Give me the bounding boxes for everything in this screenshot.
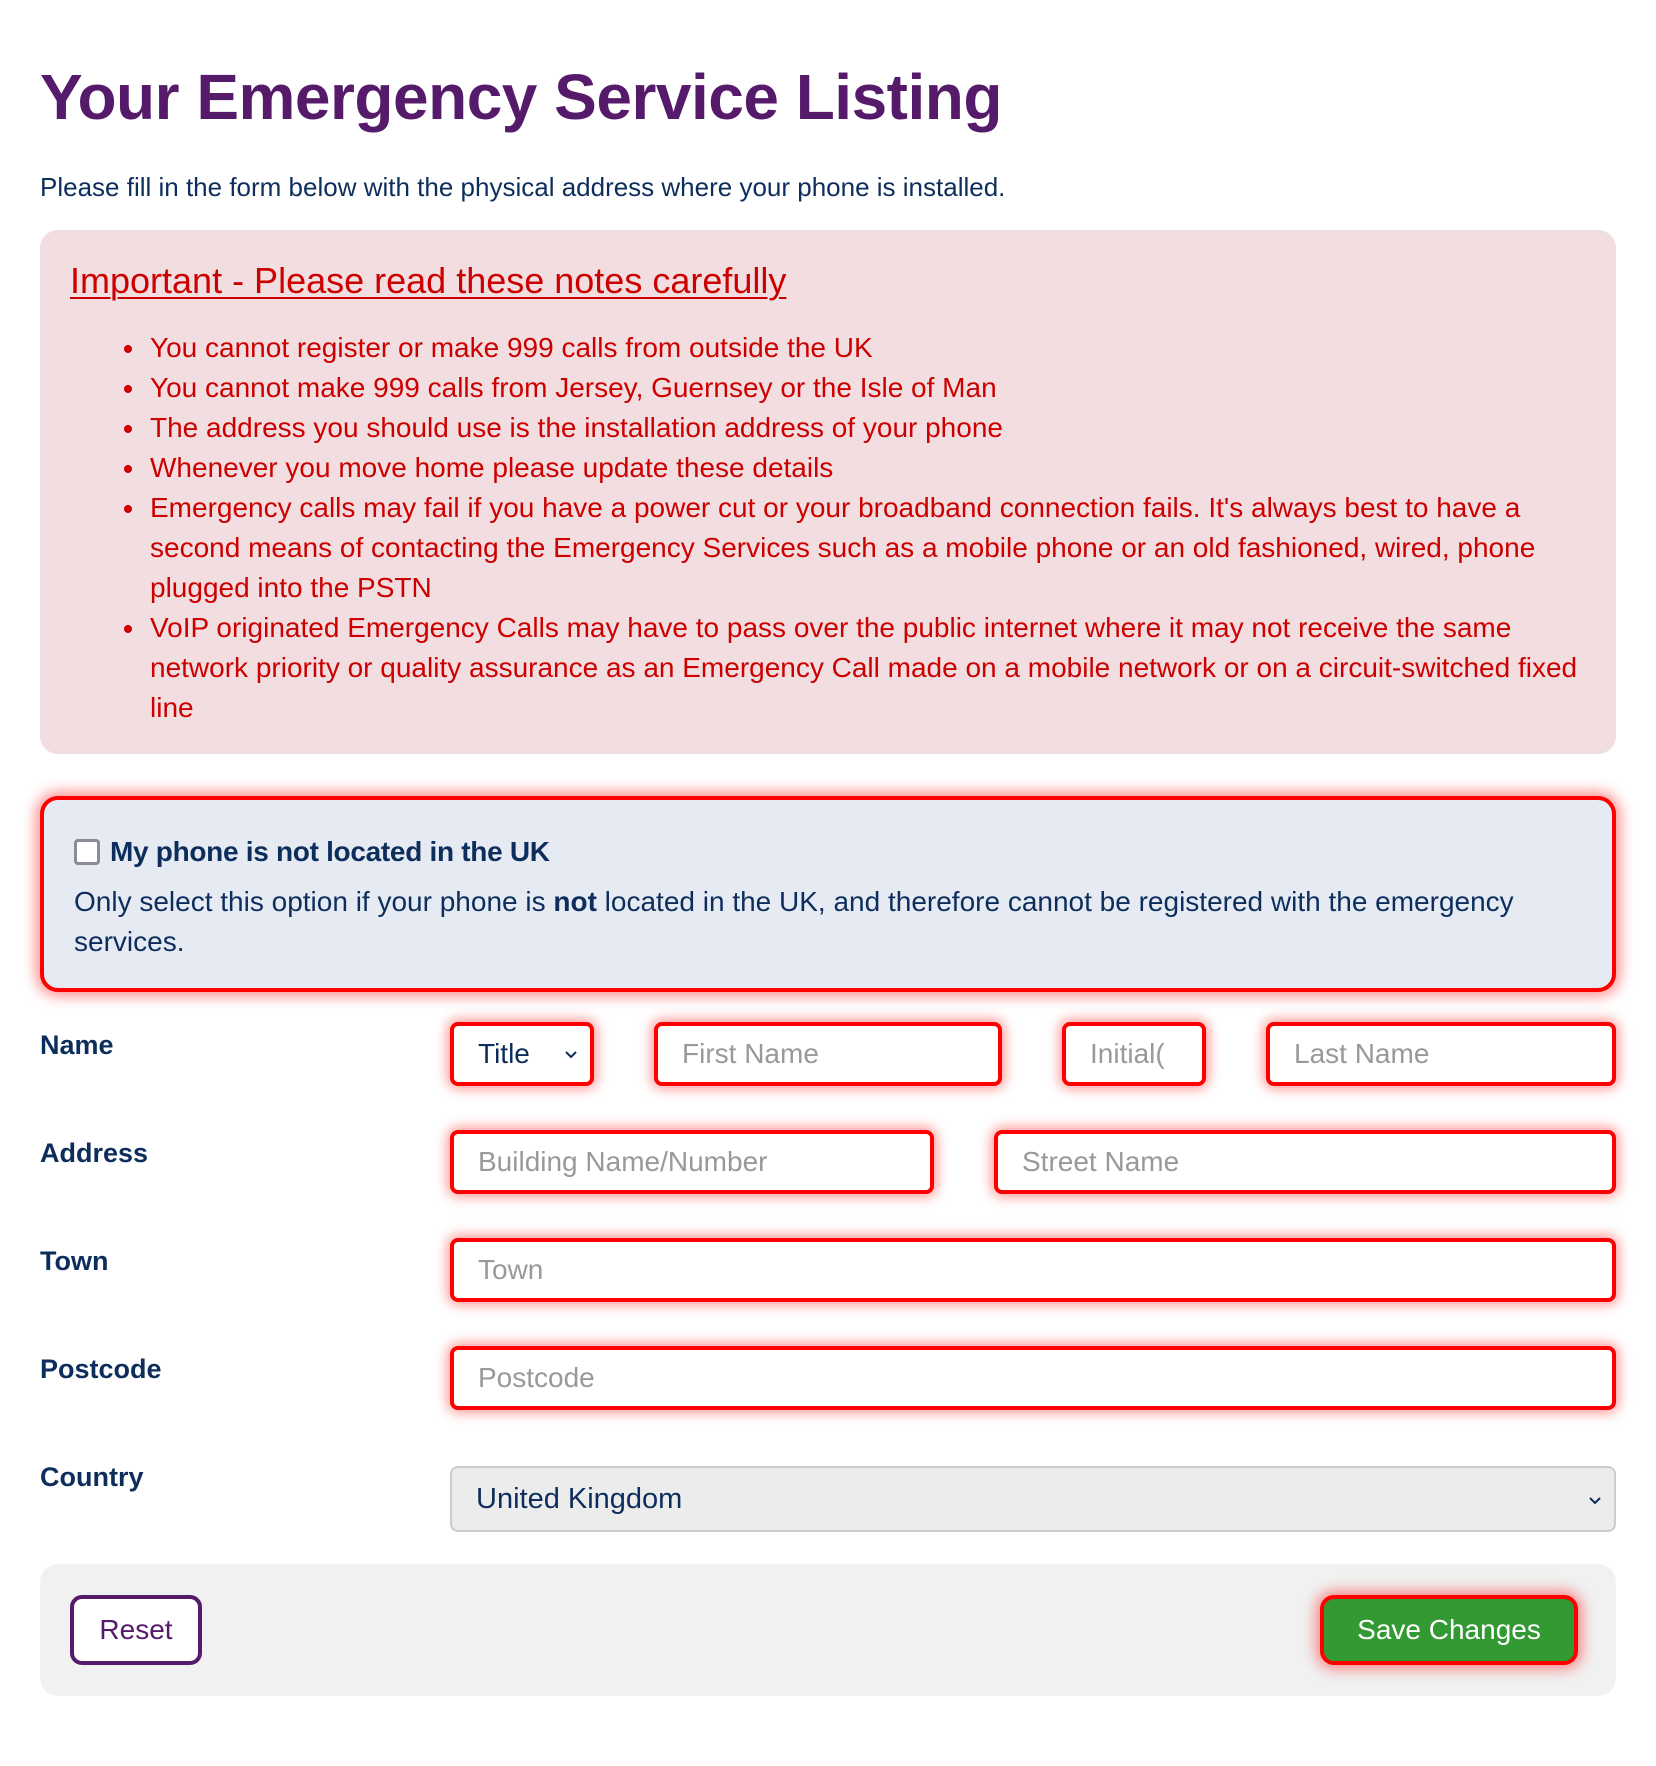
last-name-input[interactable]: Last Name <box>1266 1022 1616 1086</box>
town-placeholder: Town <box>478 1254 544 1285</box>
not-in-uk-checkbox[interactable] <box>74 839 100 865</box>
initial-input[interactable]: Initial( <box>1062 1022 1206 1086</box>
notes-title: Important - Please read these notes care… <box>70 260 787 301</box>
first-name-input[interactable]: First Name <box>654 1022 1002 1086</box>
not-in-uk-box: My phone is not located in the UK Only s… <box>40 796 1616 992</box>
title-select[interactable]: Title <box>450 1022 594 1086</box>
building-placeholder: Building Name/Number <box>478 1146 768 1177</box>
important-notes-box: Important - Please read these notes care… <box>40 230 1616 754</box>
not-in-uk-option[interactable]: My phone is not located in the UK <box>74 836 1582 868</box>
note-item: Emergency calls may fail if you have a p… <box>120 488 1586 608</box>
note-item: The address you should use is the instal… <box>120 408 1586 448</box>
last-name-placeholder: Last Name <box>1294 1038 1430 1069</box>
country-select[interactable]: United Kingdom <box>450 1466 1616 1532</box>
postcode-label: Postcode <box>40 1354 162 1384</box>
reset-button[interactable]: Reset <box>70 1595 202 1665</box>
note-item: You cannot register or make 999 calls fr… <box>120 328 1586 368</box>
country-label: Country <box>40 1462 144 1492</box>
postcode-placeholder: Postcode <box>478 1362 595 1393</box>
desc-text: Only select this option if your phone is <box>74 886 554 917</box>
name-label: Name <box>40 1030 114 1060</box>
form-actions-bar: Reset Save Changes <box>40 1564 1616 1696</box>
save-changes-button[interactable]: Save Changes <box>1320 1595 1578 1665</box>
town-label: Town <box>40 1246 109 1276</box>
note-item: VoIP originated Emergency Calls may have… <box>120 608 1586 728</box>
not-in-uk-label[interactable]: My phone is not located in the UK <box>110 836 550 868</box>
country-select-value: United Kingdom <box>476 1482 683 1515</box>
initial-placeholder: Initial( <box>1090 1038 1165 1069</box>
page-title: Your Emergency Service Listing <box>40 61 1002 133</box>
intro-text: Please fill in the form below with the p… <box>40 172 1006 202</box>
chevron-down-icon <box>1589 1497 1601 1505</box>
note-item: You cannot make 999 calls from Jersey, G… <box>120 368 1586 408</box>
title-select-value: Title <box>478 1038 530 1069</box>
address-label: Address <box>40 1138 149 1168</box>
building-input[interactable]: Building Name/Number <box>450 1130 934 1194</box>
desc-emphasis: not <box>553 886 597 917</box>
first-name-placeholder: First Name <box>682 1038 819 1069</box>
street-placeholder: Street Name <box>1022 1146 1180 1177</box>
town-input[interactable]: Town <box>450 1238 1616 1302</box>
notes-list: You cannot register or make 999 calls fr… <box>70 328 1586 728</box>
postcode-input[interactable]: Postcode <box>450 1346 1616 1410</box>
not-in-uk-description: Only select this option if your phone is… <box>74 882 1534 962</box>
chevron-down-icon <box>565 1051 577 1059</box>
street-input[interactable]: Street Name <box>994 1130 1616 1194</box>
note-item: Whenever you move home please update the… <box>120 448 1586 488</box>
